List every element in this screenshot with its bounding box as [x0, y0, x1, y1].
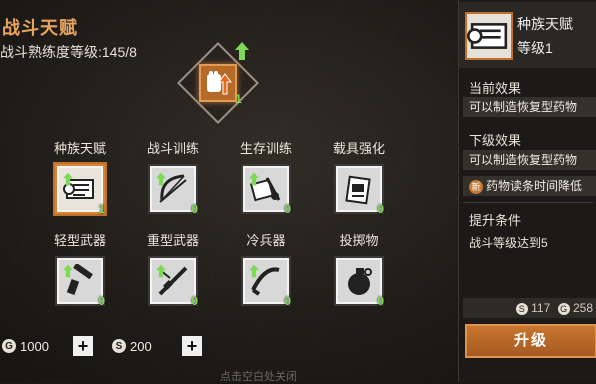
talent-level: 0	[377, 294, 384, 308]
grenade-icon	[348, 268, 372, 295]
gold-coin-icon: G	[557, 303, 570, 315]
upgrade-arrow-icon	[63, 264, 73, 278]
talent-label: 轻型武器	[53, 233, 106, 248]
talent-label: 种族天赋	[53, 141, 106, 156]
upgrade-button[interactable]: 升级	[465, 324, 596, 358]
cost-gold: 258	[572, 301, 593, 315]
talent-level-text: 等级1	[517, 40, 553, 56]
talent-level: 0	[284, 294, 291, 308]
upgrade-arrow-icon	[156, 264, 166, 278]
fist-arrow-icon	[199, 64, 237, 102]
talent-level: 0	[191, 202, 198, 216]
silver-resource: S 200	[112, 333, 152, 359]
main-talent-badge[interactable]: 1	[176, 41, 260, 125]
talent-label: 重型武器	[146, 233, 199, 248]
gold-coin-icon: G	[2, 339, 16, 353]
silver-coin-icon: S	[112, 339, 126, 353]
talent-slot[interactable]: 0	[241, 256, 291, 308]
new-badge: 新	[469, 179, 483, 194]
talent-label: 载具强化	[332, 141, 385, 156]
current-effect-label: 当前效果	[469, 81, 522, 96]
upgrade-arrow-icon	[249, 172, 259, 186]
proficiency-level: 战斗熟练度等级:145/8	[0, 44, 137, 60]
silver-coin-icon: S	[515, 303, 528, 315]
talent-level: 0	[98, 294, 105, 308]
talent-slot[interactable]: 0	[148, 164, 198, 216]
talent-survival-training[interactable]: 生存训练 0	[236, 140, 296, 216]
talent-level: 0	[191, 294, 198, 308]
gold-resource: G 1000	[2, 333, 49, 359]
next-effect-2-text: 药物读条时间降低	[486, 179, 583, 193]
talent-level: 0	[284, 202, 291, 216]
scroll-icon	[465, 12, 513, 60]
upgrade-arrow-icon	[156, 172, 166, 186]
talent-vehicle-upgrade[interactable]: 载具强化 0	[329, 140, 389, 216]
requirement-text: 战斗等级达到5	[469, 236, 548, 250]
talent-name: 种族天赋	[517, 16, 573, 32]
talent-slot[interactable]: 0	[241, 164, 291, 216]
talent-level: 0	[377, 202, 384, 216]
talent-combat-training[interactable]: 战斗训练 0	[143, 140, 203, 216]
panel-header: 种族天赋 等级1	[459, 2, 596, 68]
add-silver-button[interactable]: +	[182, 336, 202, 356]
current-effect: 可以制造恢复型药物	[463, 97, 596, 117]
talent-slot[interactable]: 0	[334, 256, 384, 308]
upgrade-arrow-icon	[235, 42, 249, 60]
talent-level: 1	[98, 202, 105, 216]
requirement-label: 提升条件	[469, 213, 522, 228]
silver-amount: 200	[130, 338, 152, 354]
talent-slot[interactable]: 0	[334, 164, 384, 216]
talent-race[interactable]: 种族天赋 1	[50, 140, 110, 216]
add-gold-button[interactable]: +	[73, 336, 93, 356]
talent-label: 冷兵器	[246, 233, 286, 248]
talent-slot[interactable]: 1	[55, 164, 105, 216]
upgrade-arrow-icon	[63, 172, 73, 186]
page-title: 战斗天赋	[2, 18, 78, 38]
talent-light-weapons[interactable]: 轻型武器 0	[50, 232, 110, 308]
talent-heavy-weapons[interactable]: 重型武器 0	[143, 232, 203, 308]
talent-melee-weapons[interactable]: 冷兵器 0	[236, 232, 296, 308]
talent-label: 投掷物	[339, 233, 379, 248]
cost-silver: 117	[531, 301, 551, 315]
next-effect-2: 新药物读条时间降低	[463, 176, 596, 196]
divider	[463, 202, 593, 203]
upgrade-cost: S 117 G 258	[463, 298, 596, 318]
vehicle-card-icon	[345, 175, 371, 205]
talent-slot[interactable]: 0	[55, 256, 105, 308]
next-effect-1: 可以制造恢复型药物	[463, 150, 596, 170]
talent-label: 战斗训练	[146, 141, 199, 156]
gold-amount: 1000	[20, 338, 49, 354]
talent-throwables[interactable]: 投掷物 0	[329, 232, 389, 308]
talent-detail-panel: 种族天赋 等级1 当前效果 可以制造恢复型药物 下级效果 可以制造恢复型药物 新…	[458, 0, 596, 382]
talent-slot[interactable]: 0	[148, 256, 198, 308]
next-effect-label: 下级效果	[469, 133, 522, 148]
main-badge-level: 1	[235, 92, 242, 106]
talent-label: 生存训练	[239, 141, 292, 156]
upgrade-arrow-icon	[249, 264, 259, 278]
